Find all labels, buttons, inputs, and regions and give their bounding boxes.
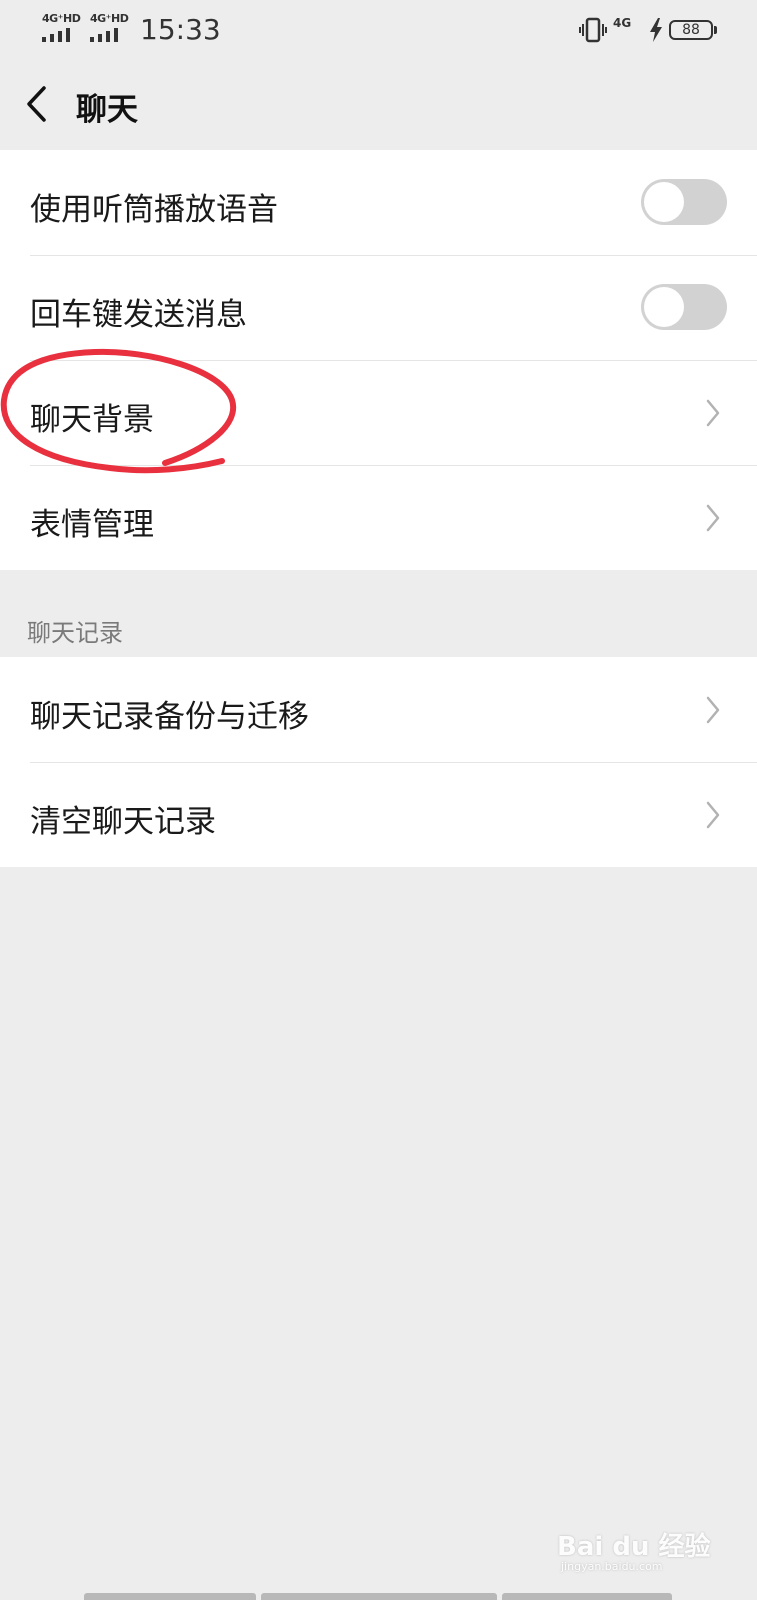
chevron-right-icon xyxy=(706,801,720,829)
setting-label: 使用听筒播放语音 xyxy=(30,192,278,228)
setting-label: 聊天记录备份与迁移 xyxy=(30,699,309,735)
setting-row-enter-send[interactable]: 回车键发送消息 xyxy=(0,255,757,360)
vibrate-icon xyxy=(579,17,607,43)
chevron-right-icon xyxy=(706,696,720,724)
charging-bolt-icon xyxy=(650,18,662,42)
enter-send-toggle[interactable] xyxy=(641,284,727,330)
watermark-logo: Bai du 经验 jingyan.baidu.com xyxy=(557,1512,717,1573)
battery-icon: 88 xyxy=(669,20,717,40)
chevron-right-icon xyxy=(706,504,720,532)
nav-bar-center[interactable] xyxy=(261,1593,497,1600)
chevron-left-icon xyxy=(27,86,46,122)
sim2-signal-icon: 4G⁺HD xyxy=(88,12,129,42)
sim1-network-label: 4G⁺HD xyxy=(42,12,81,25)
sim1-signal-icon: 4G⁺HD xyxy=(40,12,81,42)
setting-label: 表情管理 xyxy=(30,507,154,543)
watermark-url: jingyan.baidu.com xyxy=(561,1560,663,1573)
app-header: 聊天 xyxy=(0,60,757,151)
status-time: 15:33 xyxy=(140,13,221,46)
settings-group: 使用听筒播放语音 回车键发送消息 聊天背景 表情管理 xyxy=(0,150,757,570)
setting-label: 回车键发送消息 xyxy=(30,297,247,333)
battery-level: 88 xyxy=(682,22,700,38)
setting-row-backup-migrate[interactable]: 聊天记录备份与迁移 xyxy=(0,657,757,762)
setting-label: 清空聊天记录 xyxy=(30,804,216,840)
setting-row-sticker-management[interactable]: 表情管理 xyxy=(0,465,757,570)
setting-row-earpiece[interactable]: 使用听筒播放语音 xyxy=(0,150,757,255)
earpiece-toggle[interactable] xyxy=(641,179,727,225)
status-bar: 4G⁺HD 4G⁺HD 15:33 4G 88 xyxy=(0,0,757,60)
sim2-network-label: 4G⁺HD xyxy=(90,12,129,25)
chevron-right-icon xyxy=(706,399,720,427)
setting-row-chat-background[interactable]: 聊天背景 xyxy=(0,360,757,465)
page-title: 聊天 xyxy=(76,92,138,128)
nav-bar-right[interactable] xyxy=(502,1593,672,1600)
nav-bar-left[interactable] xyxy=(84,1593,256,1600)
network-label: 4G xyxy=(613,16,632,30)
history-group: 聊天记录备份与迁移 清空聊天记录 xyxy=(0,657,757,867)
section-header-chat-history: 聊天记录 xyxy=(27,619,123,647)
watermark-text: Bai du 经验 xyxy=(557,1532,711,1562)
setting-label: 聊天背景 xyxy=(30,402,154,438)
status-right-group: 4G 88 xyxy=(579,14,719,46)
setting-row-clear-history[interactable]: 清空聊天记录 xyxy=(0,762,757,867)
back-button[interactable] xyxy=(20,82,60,128)
